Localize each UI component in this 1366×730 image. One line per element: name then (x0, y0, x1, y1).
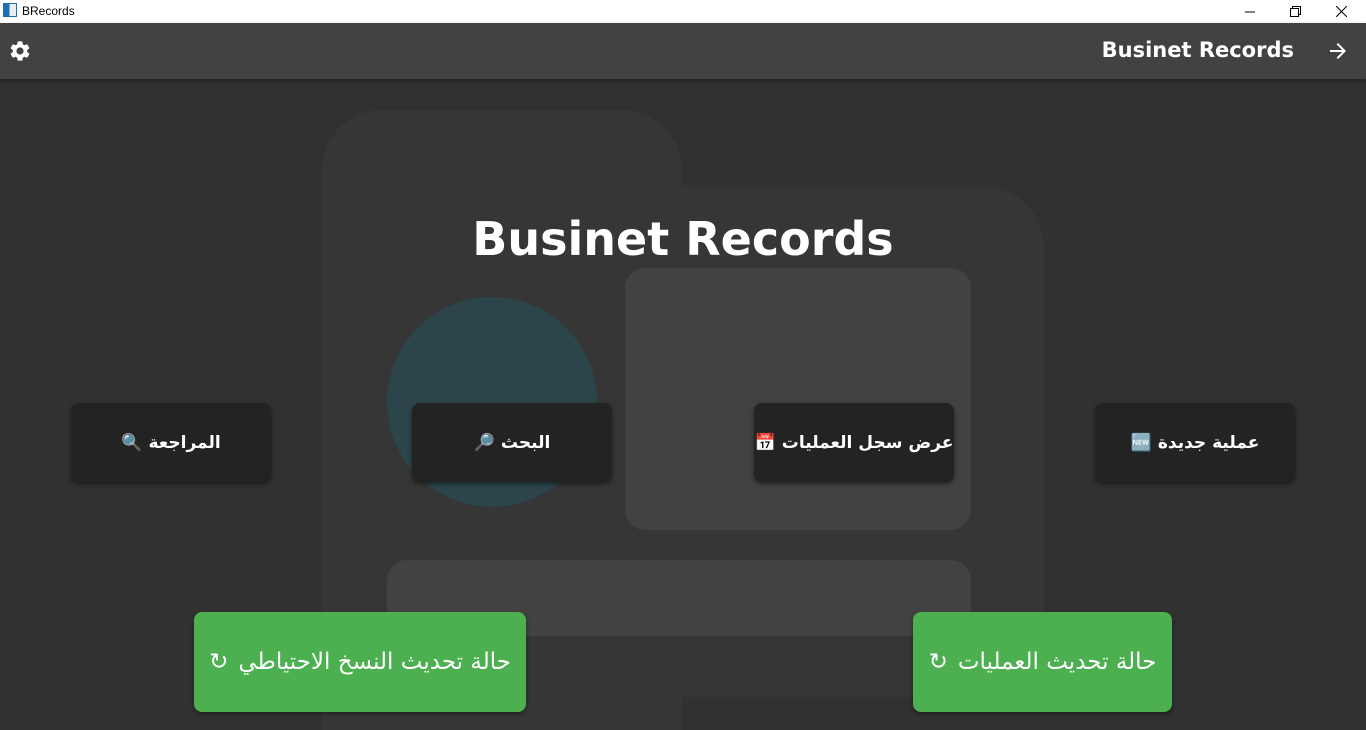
hero-title: Businet Records (472, 212, 894, 266)
view-log-label: عرض سجل العمليات (781, 432, 954, 453)
close-icon (1335, 6, 1347, 17)
backup-status-label: حالة تحديث النسخ الاحتياطي (238, 649, 511, 675)
view-log-button[interactable]: عرض سجل العمليات 📅 (754, 403, 954, 482)
app-bar-title: Businet Records (1101, 38, 1294, 62)
window-titlebar: BRecords (0, 0, 1366, 23)
restore-button[interactable] (1272, 0, 1318, 23)
review-label: المراجعة (148, 432, 221, 453)
new-operation-button[interactable]: عملية جديدة 🆕 (1095, 403, 1295, 482)
arrow-right-icon (1330, 43, 1346, 59)
search-label: البحث (500, 432, 551, 453)
minimize-button[interactable] (1227, 0, 1273, 23)
magnifier-left-icon: 🔍 (121, 432, 143, 453)
background-panel (625, 268, 971, 530)
close-button[interactable] (1318, 0, 1364, 23)
backup-status-button[interactable]: حالة تحديث النسخ الاحتياطي ↻ (194, 612, 526, 712)
minimize-icon (1245, 11, 1255, 12)
app-bar: Businet Records (0, 23, 1366, 79)
refresh-icon: ↻ (209, 649, 229, 675)
operations-status-button[interactable]: حالة تحديث العمليات ↻ (913, 612, 1172, 712)
gear-icon (10, 41, 30, 61)
app-icon (3, 3, 17, 17)
calendar-icon: 📅 (754, 432, 776, 453)
back-button[interactable] (1326, 39, 1350, 63)
new-operation-label: عملية جديدة (1157, 432, 1260, 453)
operations-status-label: حالة تحديث العمليات (957, 649, 1157, 675)
refresh-icon: ↻ (928, 649, 948, 675)
magnifier-right-icon: 🔎 (473, 432, 495, 453)
window-title: BRecords (22, 4, 75, 18)
settings-button[interactable] (8, 39, 32, 63)
new-icon: 🆕 (1130, 432, 1152, 453)
review-button[interactable]: المراجعة 🔍 (71, 403, 271, 482)
search-button[interactable]: البحث 🔎 (412, 403, 612, 482)
restore-icon (1289, 6, 1301, 17)
